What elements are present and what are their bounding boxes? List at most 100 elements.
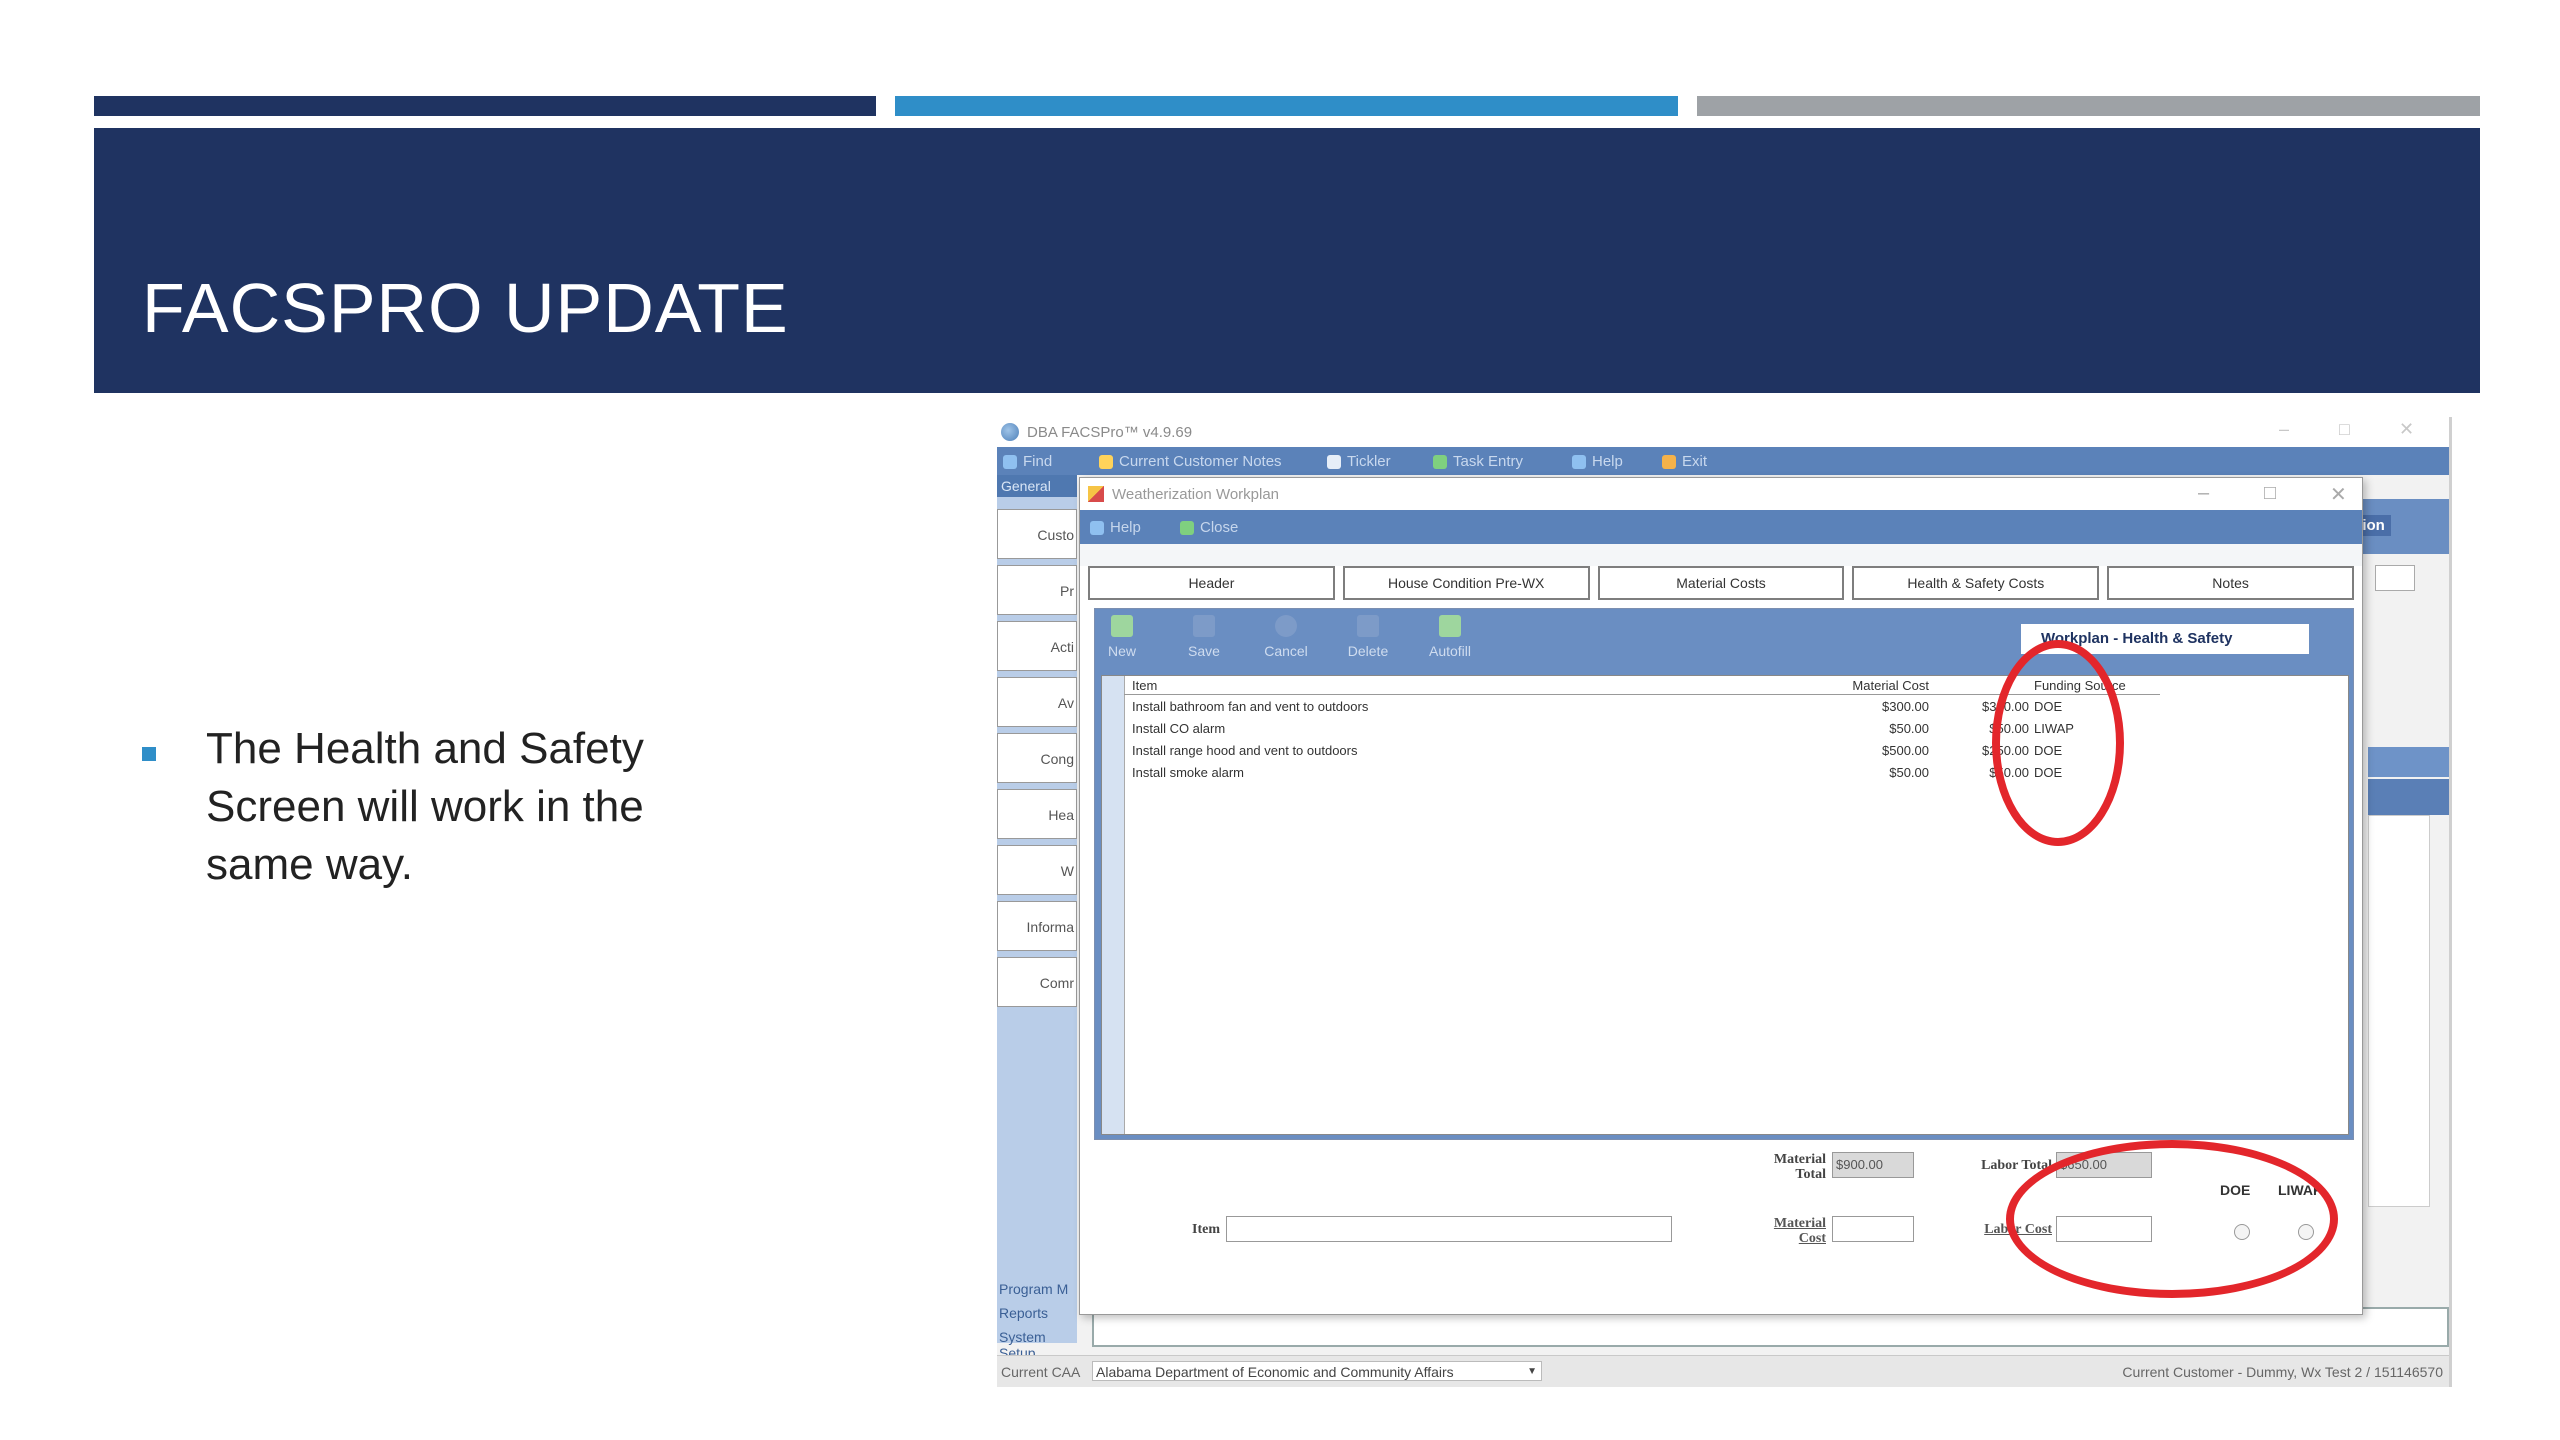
autofill-icon <box>1439 615 1461 637</box>
item-label: Item <box>1192 1222 1220 1237</box>
menu-find[interactable]: Find <box>1003 453 1052 470</box>
cell-funding-source: DOE <box>2034 765 2063 780</box>
nav-button-pr[interactable]: Pr <box>997 565 1077 615</box>
new-icon <box>1111 615 1133 637</box>
nav-program-m[interactable]: Program M <box>999 1281 1068 1297</box>
health-safety-panel: New Save Cancel Delete Autofill Workplan… <box>1094 608 2354 1140</box>
table-row[interactable]: Install smoke alarm $50.00 $50.00 DOE <box>1124 762 2160 784</box>
dialog-spacer <box>1080 544 2362 566</box>
slide-title: FACSPRO UPDATE <box>142 269 789 347</box>
menu-customer-notes[interactable]: Current Customer Notes <box>1099 453 1282 470</box>
entry-form: Material Total $900.00 Labor Total $650.0… <box>1080 1142 2362 1312</box>
minimize-icon[interactable]: – <box>2279 419 2289 440</box>
accent-bar-blue <box>895 96 1678 116</box>
nav-button-av[interactable]: Av <box>997 677 1077 727</box>
new-button[interactable]: New <box>1095 615 1149 659</box>
dialog-titlebar: Weatherization Workplan – □ ✕ <box>1080 478 2362 510</box>
right-panel-field[interactable] <box>2375 565 2415 591</box>
delete-button[interactable]: Delete <box>1341 615 1395 659</box>
doe-radio[interactable] <box>2234 1224 2250 1240</box>
right-panel-strip <box>2368 779 2449 815</box>
accent-bar-gray <box>1697 96 2480 116</box>
labor-total-field: $650.00 <box>2056 1152 2152 1178</box>
bullet-square-icon <box>142 747 156 761</box>
nav-button-customer[interactable]: Custo <box>997 509 1077 559</box>
left-navigation: General Custo Pr Acti Av Cong Hea W Info… <box>997 475 1077 1361</box>
document-icon <box>1327 454 1341 469</box>
nav-button-cong[interactable]: Cong <box>997 733 1077 783</box>
dialog-maximize-icon[interactable]: □ <box>2264 482 2276 505</box>
help-icon <box>1090 520 1104 535</box>
cell-item: Install range hood and vent to outdoors <box>1132 743 1358 758</box>
task-icon <box>1433 454 1447 469</box>
item-input[interactable] <box>1226 1216 1672 1242</box>
app-titlebar: DBA FACSPro™ v4.9.69 – □ ✕ <box>997 417 2449 447</box>
current-caa-select[interactable]: Alabama Department of Economic and Commu… <box>1092 1361 1542 1381</box>
cancel-button[interactable]: Cancel <box>1259 615 1313 659</box>
dialog-close-icon[interactable]: ✕ <box>2330 482 2347 507</box>
close-icon[interactable]: ✕ <box>2399 419 2414 440</box>
cell-funding-source: LIWAP <box>2034 721 2074 736</box>
delete-icon <box>1357 615 1379 637</box>
column-header-funding-source[interactable]: Funding Source <box>2032 678 2160 693</box>
menu-exit[interactable]: Exit <box>1662 453 1707 470</box>
cell-item: Install smoke alarm <box>1132 765 1244 780</box>
cell-material-cost: $300.00 <box>1882 699 1929 714</box>
dialog-minimize-icon[interactable]: – <box>2198 482 2209 505</box>
workplan-dialog: Weatherization Workplan – □ ✕ Help Close… <box>1079 477 2363 1315</box>
liwap-radio-label: LIWAP <box>2278 1182 2323 1198</box>
current-customer-text: Current Customer - Dummy, Wx Test 2 / 15… <box>2122 1364 2443 1380</box>
maximize-icon[interactable]: □ <box>2339 419 2350 440</box>
tab-health-safety-costs[interactable]: Health & Safety Costs <box>1852 566 2100 600</box>
health-safety-grid: Item Material Cost Labor Cost Funding So… <box>1101 675 2349 1135</box>
material-cost-label: Material Cost <box>1773 1216 1826 1246</box>
nav-button-information[interactable]: Informa <box>997 901 1077 951</box>
material-cost-input[interactable] <box>1832 1216 1914 1242</box>
menu-tickler[interactable]: Tickler <box>1327 453 1391 470</box>
material-total-label: Material Total <box>1773 1152 1826 1182</box>
tab-house-condition[interactable]: House Condition Pre-WX <box>1342 566 1590 600</box>
facspro-screenshot: DBA FACSPro™ v4.9.69 – □ ✕ Find Current … <box>997 417 2452 1387</box>
labor-cost-label: Labor Cost <box>1984 1222 2052 1237</box>
nav-button-w[interactable]: W <box>997 845 1077 895</box>
table-row[interactable]: Install bathroom fan and vent to outdoor… <box>1124 696 2160 718</box>
tab-header[interactable]: Header <box>1088 566 1335 600</box>
table-row[interactable]: Install CO alarm $50.00 $50.00 LIWAP <box>1124 718 2160 740</box>
nav-button-activity[interactable]: Acti <box>997 621 1077 671</box>
autofill-button[interactable]: Autofill <box>1423 615 1477 659</box>
cell-material-cost: $50.00 <box>1889 765 1929 780</box>
material-total-field: $900.00 <box>1832 1152 1914 1178</box>
app-menubar: Find Current Customer Notes Tickler Task… <box>997 447 2449 475</box>
cell-labor-cost: $300.00 <box>1982 699 2029 714</box>
menu-help[interactable]: Help <box>1572 453 1623 470</box>
nav-reports[interactable]: Reports <box>999 1305 1048 1321</box>
nav-general-header[interactable]: General <box>997 475 1077 497</box>
search-icon <box>1003 454 1017 469</box>
labor-cost-input[interactable] <box>2056 1216 2152 1242</box>
column-header-material-cost[interactable]: Material Cost <box>1699 678 1929 693</box>
tab-material-costs[interactable]: Material Costs <box>1597 566 1845 600</box>
cell-labor-cost: $250.00 <box>1982 743 2029 758</box>
right-panel-strip <box>2368 747 2449 777</box>
right-panel-content <box>2368 815 2430 1207</box>
save-button[interactable]: Save <box>1177 615 1231 659</box>
app-title: DBA FACSPro™ v4.9.69 <box>1027 424 1193 441</box>
column-header-item[interactable]: Item <box>1132 678 1157 693</box>
cell-funding-source: DOE <box>2034 699 2063 714</box>
menu-task-entry[interactable]: Task Entry <box>1433 453 1523 470</box>
facspro-logo-icon <box>1001 423 1019 441</box>
nav-button-health[interactable]: Hea <box>997 789 1077 839</box>
workplan-tabs: Header House Condition Pre-WX Material C… <box>1088 566 2354 604</box>
cell-item: Install CO alarm <box>1132 721 1226 736</box>
tab-notes[interactable]: Notes <box>2107 566 2354 600</box>
dialog-menu-help[interactable]: Help <box>1090 519 1141 536</box>
dialog-menu-close[interactable]: Close <box>1180 519 1238 536</box>
table-row[interactable]: Install range hood and vent to outdoors … <box>1124 740 2160 762</box>
chevron-down-icon[interactable]: ▼ <box>1527 1362 1537 1382</box>
close-arrow-icon <box>1180 520 1194 535</box>
cancel-icon <box>1275 615 1297 637</box>
liwap-radio[interactable] <box>2298 1224 2314 1240</box>
workplan-icon <box>1088 486 1104 502</box>
nav-button-comments[interactable]: Comr <box>997 957 1077 1007</box>
cell-material-cost: $50.00 <box>1889 721 1929 736</box>
